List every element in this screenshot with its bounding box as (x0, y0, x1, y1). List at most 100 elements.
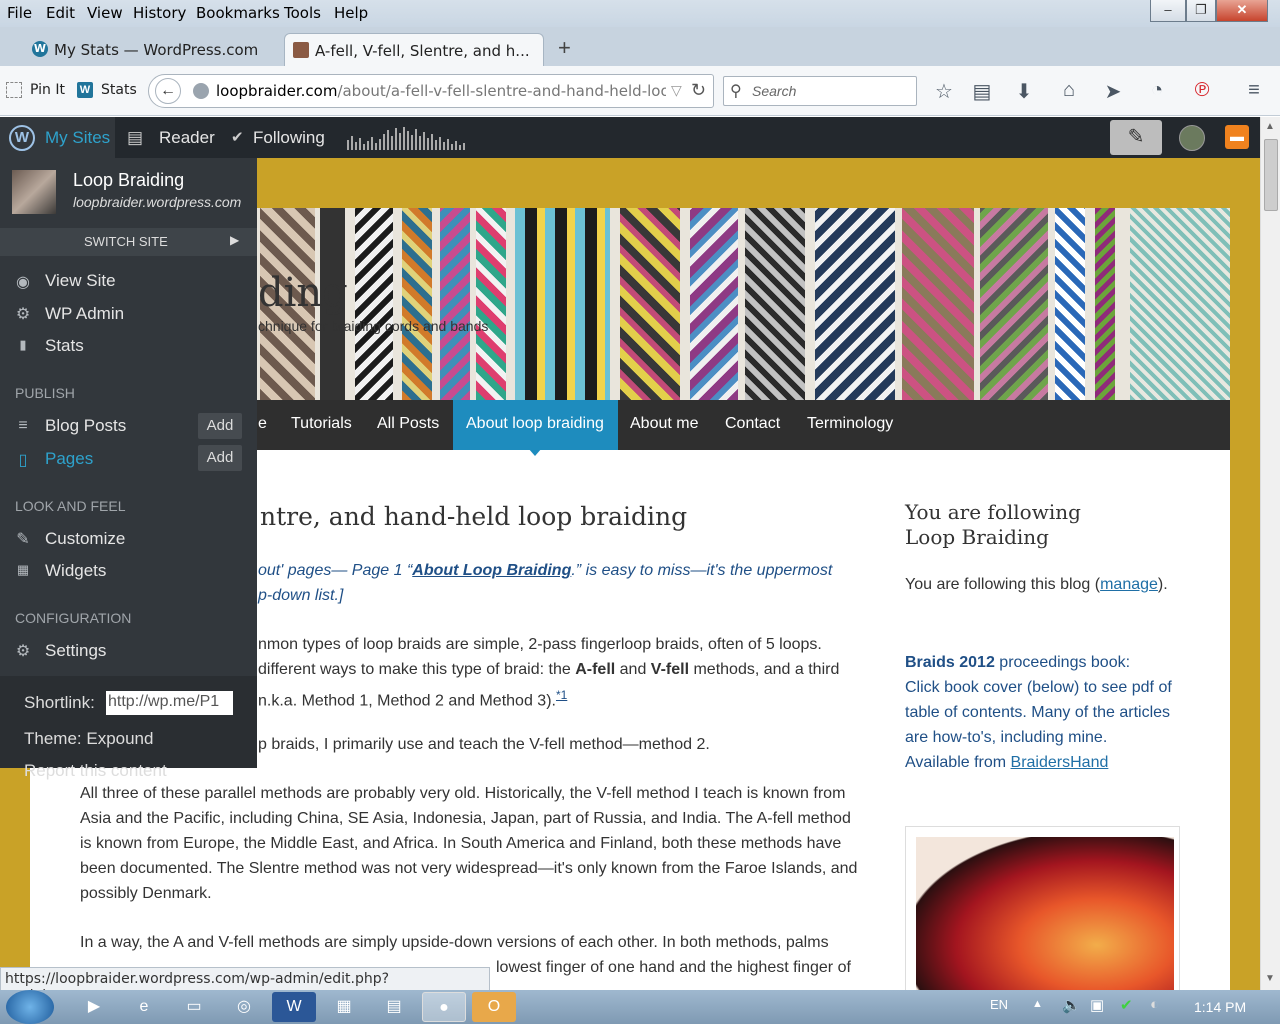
reading-list-icon[interactable]: ▤ (969, 79, 995, 104)
intro-text: .” is easy to miss—it's the uppermost (571, 562, 833, 579)
new-tab-button[interactable]: + (558, 35, 571, 61)
menu-item-contact[interactable]: Contact (725, 415, 780, 433)
calculator-icon[interactable]: ▦ (322, 992, 366, 1022)
restore-button[interactable]: ❐ (1186, 0, 1216, 22)
bookmark-star-icon[interactable]: ☆ (931, 79, 957, 104)
internet-explorer-icon[interactable]: e (122, 992, 166, 1022)
tab-my-stats[interactable]: W My Stats — WordPress.com (24, 33, 280, 66)
braidershand-link[interactable]: BraidersHand (1011, 754, 1109, 771)
menu-history[interactable]: History (133, 4, 186, 22)
add-page-button[interactable]: Add (198, 445, 242, 471)
hamburger-menu-icon[interactable]: ≡ (1241, 79, 1267, 102)
globe-icon: ◉ (16, 274, 30, 291)
reload-icon[interactable]: ↻ (691, 80, 706, 101)
scroll-up-icon[interactable]: ▲ (1265, 121, 1275, 132)
paragraph-3-line-4: been documented. The Slentre method was … (80, 860, 858, 877)
about-loop-braiding-link[interactable]: About Loop Braiding (412, 562, 571, 579)
report-content-link[interactable]: Report this content (24, 761, 167, 781)
menu-bookmarks[interactable]: Bookmarks (196, 4, 280, 22)
v-fell-bold: V-fell (650, 661, 690, 678)
menu-view[interactable]: View (87, 4, 123, 22)
book-cover-image[interactable] (916, 837, 1174, 990)
start-button[interactable] (6, 990, 54, 1024)
stats-sparkline-icon[interactable] (347, 124, 467, 150)
text: ). (1157, 576, 1168, 593)
home-icon[interactable]: ⌂ (1056, 79, 1082, 102)
post-intro-line-2: p-down list.] (258, 587, 344, 604)
send-icon[interactable]: ➤ (1100, 79, 1126, 104)
download-icon[interactable]: ⬇ (1011, 79, 1037, 104)
file-explorer-icon[interactable]: ▭ (172, 992, 216, 1022)
stats-link[interactable]: Stats (45, 336, 84, 356)
add-post-button[interactable]: Add (198, 413, 242, 439)
action-center-icon[interactable]: ✔ (1120, 996, 1133, 1014)
footnote-link[interactable]: *1 (556, 688, 567, 702)
pinterest-icon[interactable]: ℗ (1189, 79, 1215, 102)
search-input[interactable]: ⚲ Search (723, 76, 917, 106)
settings-link[interactable]: Settings (45, 641, 106, 661)
switch-site-button[interactable]: SWITCH SITE ▶ (0, 228, 257, 256)
avatar[interactable] (1179, 125, 1205, 151)
firefox-icon[interactable]: ● (422, 992, 466, 1022)
scroll-down-icon[interactable]: ▼ (1265, 973, 1275, 984)
menu-help[interactable]: Help (334, 4, 368, 22)
notifications-icon[interactable]: ▬ (1225, 125, 1249, 149)
minimize-button[interactable]: – (1150, 0, 1186, 22)
text: Click book cover (below) to see pdf of (905, 679, 1172, 696)
menu-file[interactable]: File (7, 4, 32, 22)
paragraph-1-line-2: different ways to make this type of brai… (258, 657, 839, 682)
dropdown-icon[interactable]: ▽ (671, 82, 682, 99)
tab-a-fell[interactable]: A-fell, V-fell, Slentre, and h... (284, 33, 544, 66)
network-icon[interactable]: ▣ (1090, 996, 1104, 1014)
language-indicator[interactable]: EN (990, 997, 1008, 1012)
following-link[interactable]: Following (253, 128, 325, 148)
menu-edit[interactable]: Edit (46, 4, 75, 22)
navigation-toolbar: Pin It W Stats ← loopbraider.com/about/a… (0, 66, 1280, 116)
post-title: ntre, and hand-held loop braiding (260, 502, 688, 531)
pages-link[interactable]: Pages (45, 449, 93, 469)
shortlink-label: Shortlink: (24, 693, 95, 712)
outlook-icon[interactable]: O (472, 992, 516, 1022)
book-cover-frame[interactable] (905, 826, 1180, 990)
menu-tools[interactable]: Tools (284, 4, 321, 22)
menu-item-home[interactable]: e (258, 415, 267, 433)
shortlink-field[interactable]: http://wp.me/P1 (106, 691, 233, 715)
tray-expand-icon[interactable]: ▲ (1032, 998, 1043, 1010)
menu-item-about-loop-braiding[interactable]: About loop braiding (466, 415, 604, 433)
bookmark-stats[interactable]: Stats (101, 82, 137, 98)
menu-item-about-me[interactable]: About me (630, 415, 698, 433)
menu-item-terminology[interactable]: Terminology (807, 415, 893, 433)
customize-link[interactable]: Customize (45, 529, 125, 549)
menu-item-tutorials[interactable]: Tutorials (291, 415, 352, 433)
document-icon[interactable]: ▤ (372, 992, 416, 1022)
scrollbar-thumb[interactable] (1264, 139, 1278, 211)
clock[interactable]: 1:14 PM (1194, 999, 1246, 1015)
site-favicon-icon (293, 42, 309, 58)
blog-posts-link[interactable]: Blog Posts (45, 416, 126, 436)
view-site-link[interactable]: View Site (45, 271, 116, 291)
site-icon[interactable] (12, 170, 56, 214)
manage-link[interactable]: manage (1100, 576, 1158, 593)
tray-app-icon[interactable]: ◐ (1150, 996, 1159, 1013)
widgets-link[interactable]: Widgets (45, 561, 106, 581)
media-player-icon[interactable]: ▶ (72, 992, 116, 1022)
history-icon[interactable]: ◔ (1144, 79, 1170, 102)
reader-link[interactable]: Reader (159, 128, 215, 148)
wp-admin-link[interactable]: WP Admin (45, 304, 124, 324)
vertical-scrollbar[interactable]: ▲ ▼ (1260, 117, 1280, 990)
sidebar-following: You are following this blog (manage). (905, 576, 1168, 594)
globe-icon (193, 83, 209, 99)
bookmark-pinit[interactable]: Pin It (30, 82, 65, 98)
word-icon[interactable]: W (272, 992, 316, 1022)
menu-item-all-posts[interactable]: All Posts (377, 415, 439, 433)
close-window-button[interactable]: ✕ (1216, 0, 1268, 22)
write-post-button[interactable]: ✎ (1110, 120, 1162, 155)
theme-label[interactable]: Theme: Expound (24, 729, 153, 749)
back-button[interactable]: ← (155, 78, 181, 104)
my-sites-menu[interactable]: W My Sites (0, 117, 115, 158)
url-bar[interactable]: ← loopbraider.com/about/a-fell-v-fell-sl… (148, 74, 714, 108)
app-icon[interactable]: ◎ (222, 992, 266, 1022)
volume-icon[interactable]: 🔈 (1062, 996, 1081, 1014)
site-title[interactable]: Loop Braiding (73, 170, 184, 191)
site-title[interactable]: ding (258, 270, 348, 316)
